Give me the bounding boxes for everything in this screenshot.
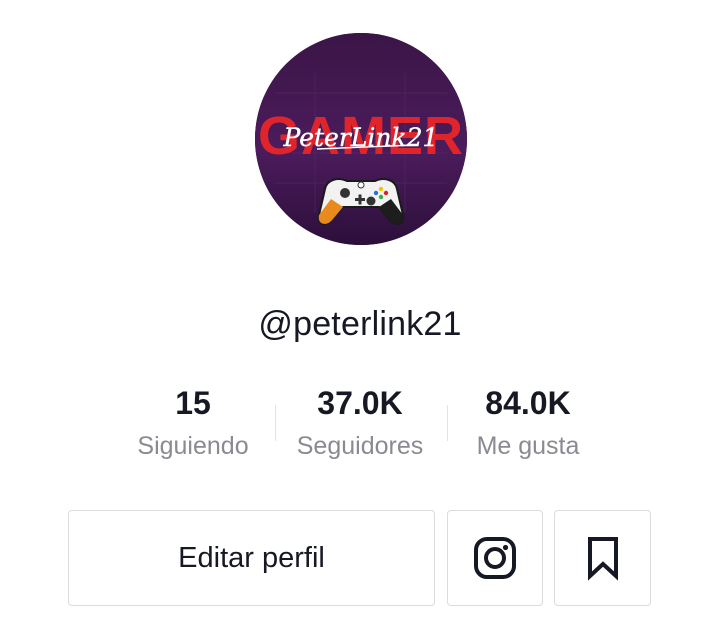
profile-avatar[interactable]: GAMER PeterLink21 — [255, 33, 467, 245]
bookmark-icon — [587, 537, 618, 581]
stat-following[interactable]: 15 Siguiendo — [120, 378, 266, 466]
stat-divider — [447, 405, 448, 441]
avatar-image: GAMER PeterLink21 — [255, 33, 467, 245]
following-label: Siguiendo — [137, 432, 249, 460]
stat-likes[interactable]: 84.0K Me gusta — [458, 378, 598, 466]
following-count: 15 — [175, 385, 211, 421]
profile-stats: 15 Siguiendo 37.0K Seguidores 84.0K Me g… — [0, 378, 720, 478]
stat-divider — [275, 405, 276, 441]
stat-followers[interactable]: 37.0K Seguidores — [282, 378, 438, 466]
followers-count: 37.0K — [317, 385, 403, 421]
username: @peterlink21 — [258, 305, 462, 343]
bookmarks-button[interactable] — [554, 510, 651, 606]
followers-label: Seguidores — [296, 432, 424, 460]
likes-label: Me gusta — [476, 432, 580, 460]
edit-profile-label: Editar perfil — [178, 541, 325, 574]
edit-profile-button[interactable]: Editar perfil — [68, 510, 435, 606]
instagram-button[interactable] — [447, 510, 543, 606]
instagram-icon — [474, 537, 516, 579]
likes-count: 84.0K — [485, 385, 571, 421]
